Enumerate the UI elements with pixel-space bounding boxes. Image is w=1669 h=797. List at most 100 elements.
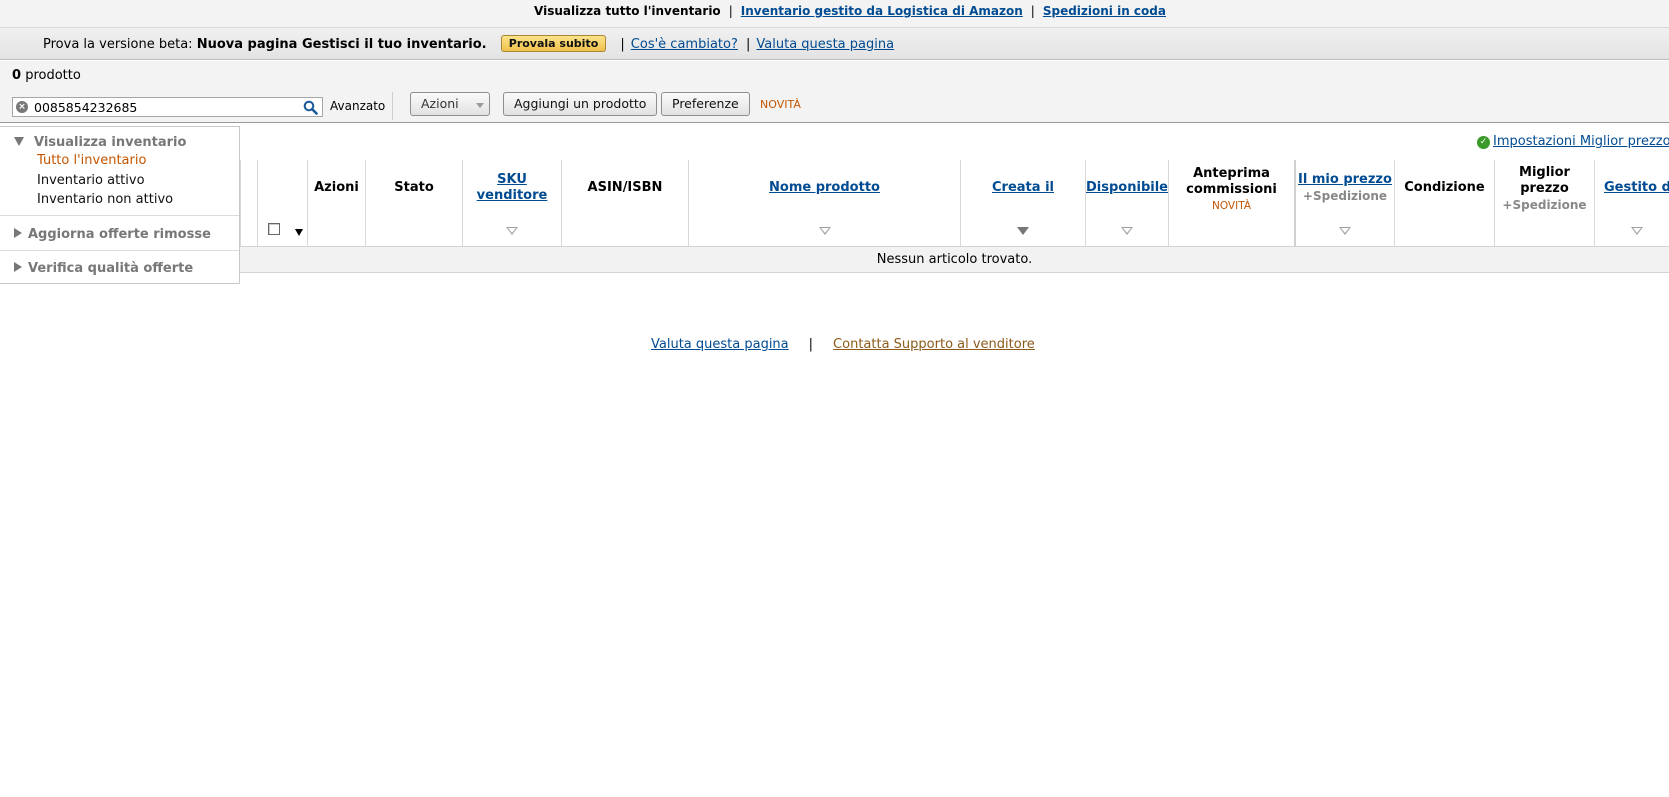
page-footer: Valuta questa pagina | Contatta Supporto a… [651, 337, 1035, 352]
table-header-sku[interactable]: SKU venditore [462, 160, 561, 216]
table-header-fulfilled-by[interactable]: Gestito da [1594, 160, 1669, 216]
filter-cell [561, 216, 688, 247]
filter-dropdown-icon[interactable] [818, 227, 831, 235]
nav-current-all-inventory: Visualizza tutto l'inventario [534, 4, 721, 18]
whats-changed-link[interactable]: Cos'è cambiato? [631, 37, 738, 52]
search-box: × [12, 97, 323, 117]
select-all-checkbox[interactable] [268, 223, 280, 235]
beta-separator: | [620, 37, 625, 52]
filter-cell [1494, 216, 1594, 247]
actions-dropdown[interactable]: Azioni [410, 92, 490, 116]
clear-search-icon[interactable]: × [16, 101, 28, 113]
product-count-number: 0 [12, 68, 22, 83]
advanced-search-link[interactable]: Avanzato [330, 99, 385, 113]
sidebar-heading-label: Visualizza inventario [34, 135, 187, 150]
column-header-label: Disponibile [1086, 180, 1168, 196]
table-header-status: Stato [365, 160, 462, 216]
table-header-asin: ASIN/ISBN [561, 160, 688, 216]
best-price-label: prezzo [1520, 181, 1569, 196]
triangle-right-icon [14, 228, 22, 238]
toolbar-divider [392, 92, 393, 120]
beta-title: Nuova pagina Gestisci il tuo inventario. [196, 37, 487, 52]
column-header-label: Gestito da [1604, 180, 1669, 196]
search-icon[interactable] [303, 100, 318, 115]
beta-banner-content: Prova la versione beta: Nuova pagina Ges… [43, 35, 894, 52]
inventory-sidebar: Visualizza inventario Tutto l'inventario… [0, 126, 240, 284]
filter-select-all [257, 216, 307, 247]
table-header-created[interactable]: Creata il [960, 160, 1085, 216]
fulfilled-by-sort-link[interactable]: Gestito da [1604, 180, 1669, 195]
sku-sort-link[interactable]: SKU [497, 172, 527, 187]
fee-preview-label: Anteprima [1193, 166, 1270, 181]
select-menu-caret-icon[interactable] [295, 229, 303, 236]
table-header-fee-preview: Anteprima commissioni NOVITÀ [1168, 160, 1294, 216]
column-header-label: Condizione [1404, 180, 1485, 195]
add-product-button[interactable]: Aggiungi un prodotto [503, 92, 658, 116]
search-input[interactable] [34, 99, 304, 115]
filter-dropdown-icon[interactable] [506, 227, 518, 235]
table-header-actions: Azioni [307, 160, 365, 216]
filter-dropdown-icon[interactable] [1631, 227, 1643, 235]
filter-cell-available [1085, 216, 1168, 247]
column-header-label: ASIN/ISBN [587, 180, 663, 195]
filter-cell [365, 216, 462, 247]
table-header-best-price: Miglior prezzo +Spedizione [1494, 160, 1594, 216]
best-price-settings: ✓ Impostazioni Miglior prezzo [1477, 134, 1669, 149]
rate-page-link[interactable]: Valuta questa pagina [756, 37, 894, 52]
column-header-label: SKU venditore [463, 172, 561, 204]
nav-link-fba-inventory[interactable]: Inventario gestito da Logistica di Amazo… [741, 4, 1023, 18]
chevron-down-icon [476, 103, 484, 108]
sidebar-heading-view-inventory[interactable]: Visualizza inventario [14, 135, 186, 150]
preferences-button[interactable]: Preferenze [661, 92, 750, 116]
best-price-settings-link[interactable]: Impostazioni Miglior prezzo [1493, 134, 1669, 149]
my-price-sort-link[interactable]: Il mio prezzo [1298, 172, 1392, 187]
product-name-sort-link[interactable]: Nome prodotto [769, 180, 880, 195]
sidebar-item-inactive-inventory[interactable]: Inventario non attivo [37, 192, 173, 207]
sidebar-section-offer-quality[interactable]: Verifica qualità offerte [14, 261, 193, 276]
triangle-right-icon [14, 262, 22, 272]
column-header-label: Anteprima commissioni NOVITÀ [1169, 166, 1294, 214]
column-header-label: Il mio prezzo +Spedizione [1296, 172, 1394, 205]
table-header-available[interactable]: Disponibile [1085, 160, 1168, 216]
footer-seller-support-link[interactable]: Contatta Supporto al venditore [833, 337, 1035, 352]
filter-cell-created [960, 216, 1085, 247]
filter-dropdown-icon[interactable] [1121, 227, 1133, 235]
nav-link-queued-shipments[interactable]: Spedizioni in coda [1043, 4, 1166, 18]
sort-descending-icon[interactable] [1017, 227, 1029, 235]
filter-cell [307, 216, 365, 247]
best-price-label: Miglior [1519, 165, 1570, 180]
product-count-label: prodotto [25, 68, 81, 83]
filter-cell [1168, 216, 1294, 247]
shipping-sublabel: +Spedizione [1302, 189, 1388, 203]
sidebar-section-update-removed-offers[interactable]: Aggiorna offerte rimosse [14, 227, 211, 242]
sidebar-item-all-inventory[interactable]: Tutto l'inventario [37, 153, 146, 168]
beta-banner: Prova la versione beta: Nuova pagina Ges… [0, 28, 1669, 60]
filter-cell [240, 216, 257, 247]
available-sort-link[interactable]: Disponibile [1086, 180, 1168, 195]
footer-separator: | [808, 337, 814, 352]
column-header-label: Miglior prezzo +Spedizione [1495, 165, 1594, 214]
created-sort-link[interactable]: Creata il [992, 180, 1054, 195]
shipping-sublabel: +Spedizione [1502, 198, 1587, 212]
filter-cell [1394, 216, 1494, 247]
filter-dropdown-icon[interactable] [1339, 227, 1351, 235]
beta-separator: | [746, 37, 751, 52]
table-header-select [257, 160, 307, 216]
table-header-product-name[interactable]: Nome prodotto [688, 160, 960, 216]
table-header-my-price[interactable]: Il mio prezzo +Spedizione [1294, 160, 1394, 216]
empty-results-message: Nessun articolo trovato. [240, 247, 1669, 273]
sidebar-section-label: Verifica qualità offerte [28, 261, 194, 276]
sidebar-item-active-inventory[interactable]: Inventario attivo [37, 173, 145, 188]
top-navigation-links: Visualizza tutto l'inventario | Inventario… [534, 4, 1166, 18]
table-header-condition: Condizione [1394, 160, 1494, 216]
try-now-button[interactable]: Provala subito [500, 35, 607, 52]
footer-rate-page-link[interactable]: Valuta questa pagina [651, 337, 789, 352]
new-badge: NOVITÀ [760, 98, 801, 111]
actions-dropdown-label: Azioni [421, 96, 459, 111]
column-header-label: Nome prodotto [689, 180, 960, 196]
nav-separator: | [1030, 4, 1035, 18]
product-count: 0 prodotto [12, 68, 81, 83]
sidebar-section-label: Aggiorna offerte rimosse [28, 227, 211, 242]
sku-sort-link[interactable]: venditore [477, 188, 548, 203]
checkmark-icon: ✓ [1477, 136, 1490, 149]
